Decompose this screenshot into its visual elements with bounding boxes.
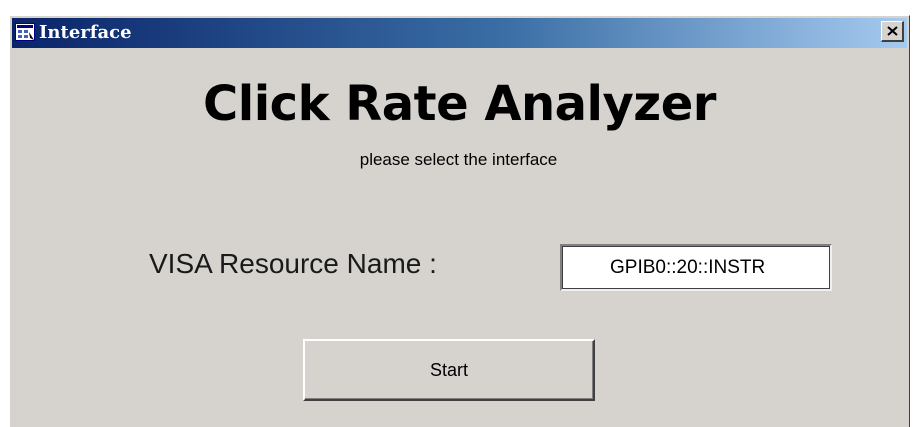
window-title: Interface — [39, 22, 132, 43]
title-bar[interactable]: Interface — [12, 18, 907, 48]
visa-resource-input[interactable] — [560, 244, 832, 291]
instruction-label: please select the interface — [359, 150, 558, 169]
instruction-text: please select the interface — [10, 150, 909, 170]
start-button[interactable]: Start — [303, 339, 595, 401]
app-heading: Click Rate Analyzer — [203, 76, 716, 132]
app-icon — [15, 23, 35, 41]
close-button[interactable] — [881, 21, 904, 42]
visa-resource-label: VISA Resource Name : — [149, 248, 437, 279]
interface-dialog: Interface Click Rate Analyzer please sel… — [9, 15, 910, 427]
